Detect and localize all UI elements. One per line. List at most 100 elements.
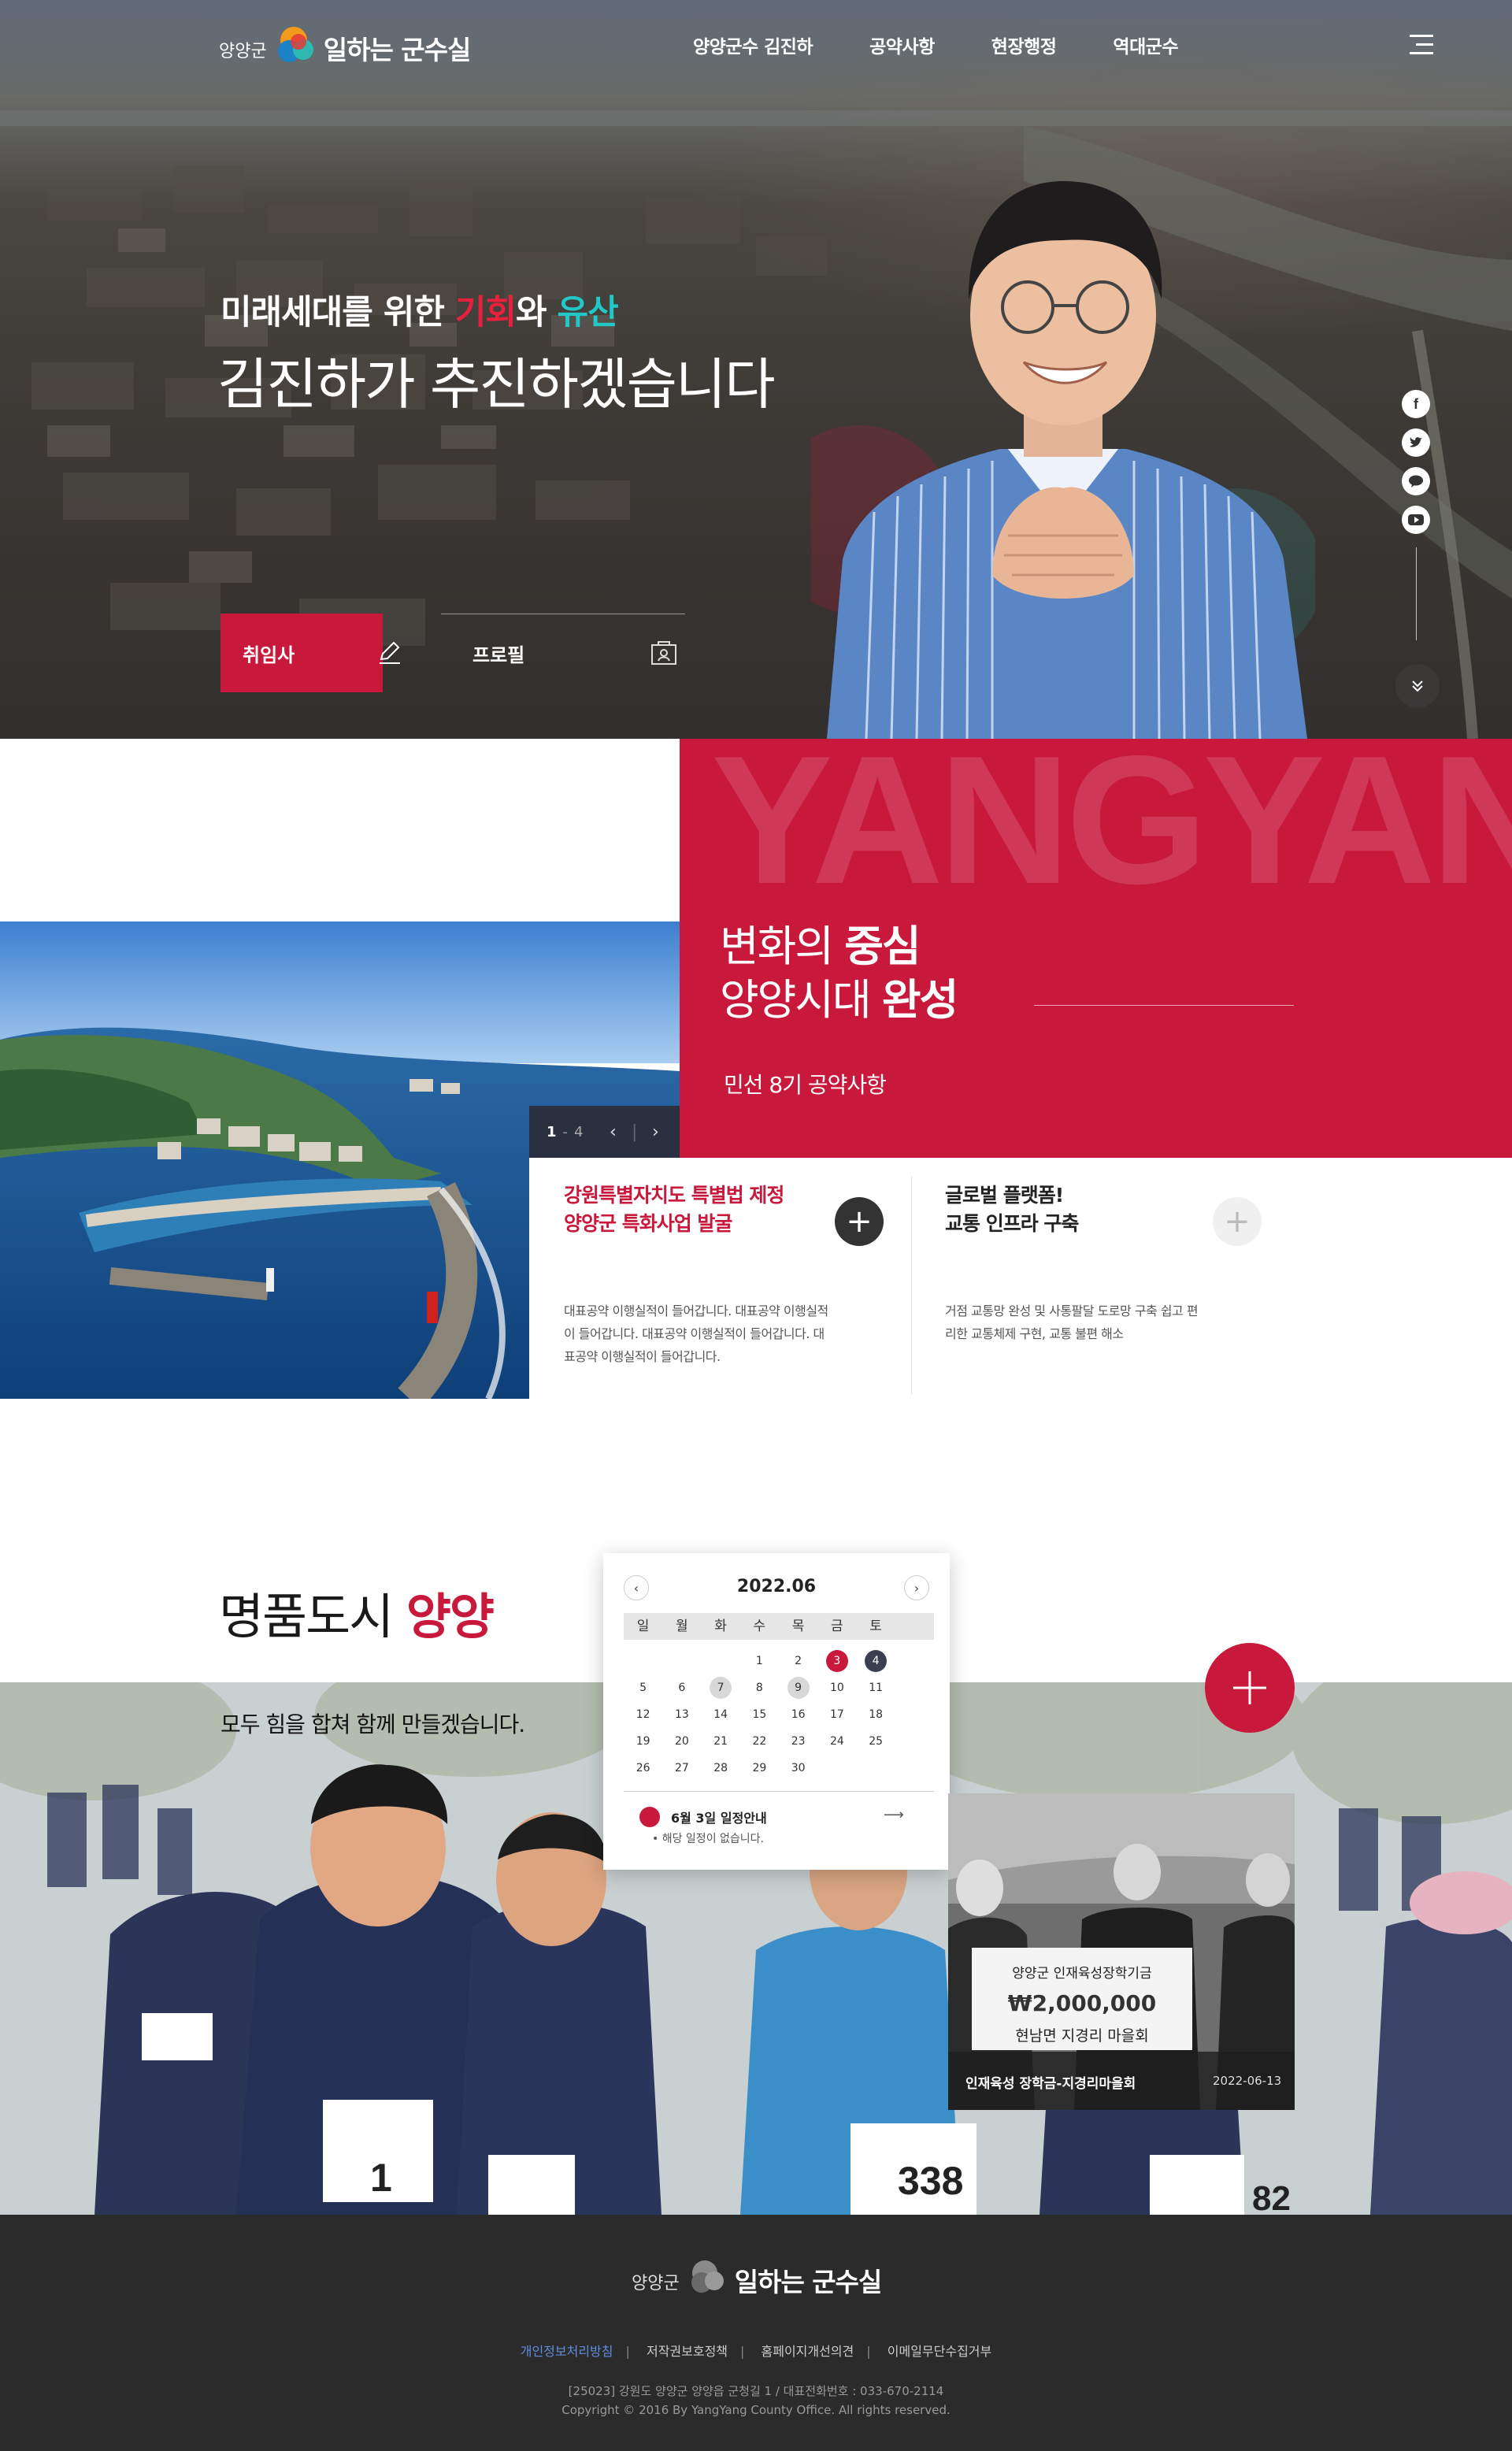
calendar-day[interactable]: 22 — [740, 1730, 779, 1752]
calendar-day[interactable]: 17 — [817, 1704, 856, 1726]
calendar-day[interactable]: 23 — [779, 1730, 817, 1752]
facebook-icon[interactable]: f — [1402, 390, 1430, 418]
calendar-day[interactable]: 13 — [662, 1704, 701, 1726]
calendar-week-row: 1 2 3 4 — [624, 1648, 934, 1674]
calendar-day[interactable]: 10 — [817, 1677, 856, 1699]
calendar-day[interactable]: 2 — [779, 1650, 817, 1672]
hero-title: 김진하가 추진하겠습니다 — [217, 352, 776, 417]
hero-section: 양양군 일하는 군수실 양양군수 김진하 공약사항 현장행정 역대군수 미래세대… — [0, 0, 1512, 739]
pledge-card-1-title-line2: 양양군 특화사업 발굴 — [564, 1212, 732, 1235]
site-footer: 양양군 일하는 군수실 개인정보처리방침 | 저작권보호정책 | 홈페이지개선의견 |… — [0, 2215, 1512, 2451]
calendar-day[interactable]: 12 — [624, 1704, 662, 1726]
twitter-icon[interactable] — [1402, 428, 1430, 457]
calendar-month: 2022.06 — [736, 1577, 817, 1596]
footer-logo-title: 일하는 군수실 — [734, 2267, 883, 2297]
inaugural-speech-button[interactable]: 취임사 — [220, 614, 400, 692]
news-caption-title: 인재육성 장학금-지경리마을회 — [965, 2076, 1136, 2092]
pledge-card-1-title-line1: 강원특별자치도 특별법 제정 — [564, 1184, 784, 1207]
pledge-card-1[interactable]: 강원특별자치도 특별법 제정 양양군 특화사업 발굴 대표공약 이행실적이 들어… — [564, 1181, 884, 1364]
calendar-week-row: 12 13 14 15 16 17 18 — [624, 1701, 934, 1728]
calendar-day[interactable]: 21 — [702, 1730, 740, 1752]
calendar-day[interactable]: 15 — [740, 1704, 779, 1726]
scroll-down-button[interactable] — [1395, 664, 1440, 708]
calendar-day[interactable]: 30 — [779, 1757, 817, 1779]
city-subtitle: 모두 힘을 합쳐 함께 만들겠습니다. — [220, 1711, 525, 1737]
calendar-weekday-header: 일월화 수목금 토 — [624, 1613, 934, 1640]
pledge-card-2-desc: 거점 교통망 완성 및 사통팔달 도로망 구축 쉽고 편리한 교통체제 구현, … — [945, 1303, 1199, 1341]
inaugural-speech-label: 취임사 — [243, 643, 295, 666]
calendar-day[interactable]: 11 — [857, 1677, 895, 1699]
calendar-day[interactable]: 14 — [702, 1704, 740, 1726]
footer-links: 개인정보처리방침 | 저작권보호정책 | 홈페이지개선의견 | 이메일무단수집거부 — [520, 2344, 992, 2359]
menu-item-past-governors[interactable]: 역대군수 — [1113, 32, 1178, 58]
pledge-card-2-title-line2: 교통 인프라 구축 — [945, 1212, 1079, 1235]
privacy-policy-link[interactable]: 개인정보처리방침 — [521, 2344, 613, 2359]
menu-item-governor[interactable]: 양양군수 김진하 — [693, 32, 813, 58]
calendar-event-title[interactable]: 6월 3일 일정안내 — [639, 1807, 767, 1827]
calendar-day[interactable]: 19 — [624, 1730, 662, 1752]
arrow-right-icon[interactable]: ⟶ — [884, 1807, 904, 1823]
pledge-card-1-plus-icon[interactable]: + — [835, 1197, 884, 1246]
pledge-banner: YANGYANG 변화의 중심 양양시대 완성 민선 8기 공약사항 — [680, 739, 1512, 1158]
menu-item-pledges[interactable]: 공약사항 — [869, 32, 935, 58]
logo-county-name: 양양군 — [219, 41, 267, 61]
plus-icon — [1233, 1671, 1266, 1704]
site-feedback-link[interactable]: 홈페이지개선의견 — [762, 2344, 854, 2359]
footer-logo[interactable]: 양양군 일하는 군수실 — [632, 2254, 883, 2301]
calendar-day[interactable]: 16 — [779, 1704, 817, 1726]
double-chevron-down-icon — [1412, 680, 1423, 692]
news-caption-date: 2022-06-13 — [1213, 2074, 1282, 2088]
logo-title: 일하는 군수실 — [323, 35, 472, 65]
talk-icon[interactable] — [1402, 467, 1430, 495]
copyright-policy-link[interactable]: 저작권보호정책 — [647, 2344, 728, 2359]
calendar-day[interactable]: 20 — [662, 1730, 701, 1752]
card-divider — [911, 1177, 912, 1394]
calendar-day[interactable]: 27 — [662, 1757, 701, 1779]
calendar-day-event[interactable]: 7 — [702, 1677, 740, 1699]
next-arrow-icon[interactable]: › — [652, 1122, 659, 1142]
calendar-day[interactable]: 1 — [740, 1650, 779, 1672]
calendar-day[interactable]: 28 — [702, 1757, 740, 1779]
calendar-icon — [639, 1807, 660, 1827]
calendar-separator — [624, 1791, 934, 1792]
more-news-plus-button[interactable] — [1205, 1643, 1295, 1733]
city-section-title: 명품도시 양양 — [219, 1588, 495, 1645]
calendar-day-selected[interactable]: 3 — [817, 1650, 856, 1672]
prev-arrow-icon[interactable]: ‹ — [610, 1122, 617, 1142]
pager-current: 1 — [547, 1123, 557, 1140]
footer-address: [25023] 강원도 양양군 양양읍 군청길 1 / 대표전화번호 : 033… — [0, 2382, 1512, 2419]
svg-text:338: 338 — [898, 2159, 963, 2203]
board-from-text: 현남면 지경리 마을회 — [1015, 2027, 1148, 2045]
calendar-week-row: 26 27 28 29 30 — [624, 1755, 934, 1782]
calendar-day[interactable]: 8 — [740, 1677, 779, 1699]
governor-portrait — [811, 181, 1315, 739]
calendar-week-row: 19 20 21 22 23 24 25 — [624, 1728, 934, 1755]
calendar-day[interactable]: 6 — [662, 1677, 701, 1699]
calendar-next-month-button[interactable]: › — [904, 1575, 929, 1600]
hero-subtitle: 미래세대를 위한 기회와 유산 — [220, 293, 619, 332]
calendar-day-event[interactable]: 9 — [779, 1677, 817, 1699]
profile-button[interactable]: 프로필 — [441, 614, 685, 692]
pledge-card-2-plus-icon[interactable]: + — [1213, 1197, 1262, 1246]
main-menu: 양양군수 김진하 공약사항 현장행정 역대군수 — [693, 32, 1235, 58]
menu-item-field-admin[interactable]: 현장행정 — [991, 32, 1057, 58]
email-refusal-link[interactable]: 이메일무단수집거부 — [888, 2344, 991, 2359]
calendar-day[interactable]: 5 — [624, 1677, 662, 1699]
pledge-card-2[interactable]: 글로벌 플랫폼! 교통 인프라 구축 거점 교통망 완성 및 사통팔달 도로망 … — [945, 1181, 1262, 1341]
calendar-day[interactable]: 26 — [624, 1757, 662, 1779]
footer-address-line: [25023] 강원도 양양군 양양읍 군청길 1 / 대표전화번호 : 033… — [568, 2384, 944, 2398]
pledge-card-2-title-line1: 글로벌 플랫폼! — [945, 1184, 1064, 1207]
hamburger-menu-icon[interactable] — [1410, 35, 1433, 55]
logo-mark-icon — [277, 27, 313, 62]
youtube-icon[interactable] — [1402, 506, 1430, 534]
news-card[interactable]: 양양군 인재육성장학기금 ₩2,000,000 현남면 지경리 마을회 인재육성… — [948, 1793, 1295, 2110]
social-links: f — [1402, 390, 1432, 640]
calendar-day[interactable]: 24 — [817, 1730, 856, 1752]
calendar-day-event[interactable]: 4 — [857, 1650, 895, 1672]
calendar-day[interactable]: 18 — [857, 1704, 895, 1726]
calendar-day[interactable]: 29 — [740, 1757, 779, 1779]
site-logo[interactable]: 양양군 일하는 군수실 — [219, 14, 472, 77]
pledge-card-1-desc: 대표공약 이행실적이 들어갑니다. 대표공약 이행실적이 들어갑니다. 대표공약… — [564, 1303, 828, 1364]
calendar-day[interactable]: 25 — [857, 1730, 895, 1752]
pledge-subtitle[interactable]: 민선 8기 공약사항 — [724, 1068, 887, 1099]
